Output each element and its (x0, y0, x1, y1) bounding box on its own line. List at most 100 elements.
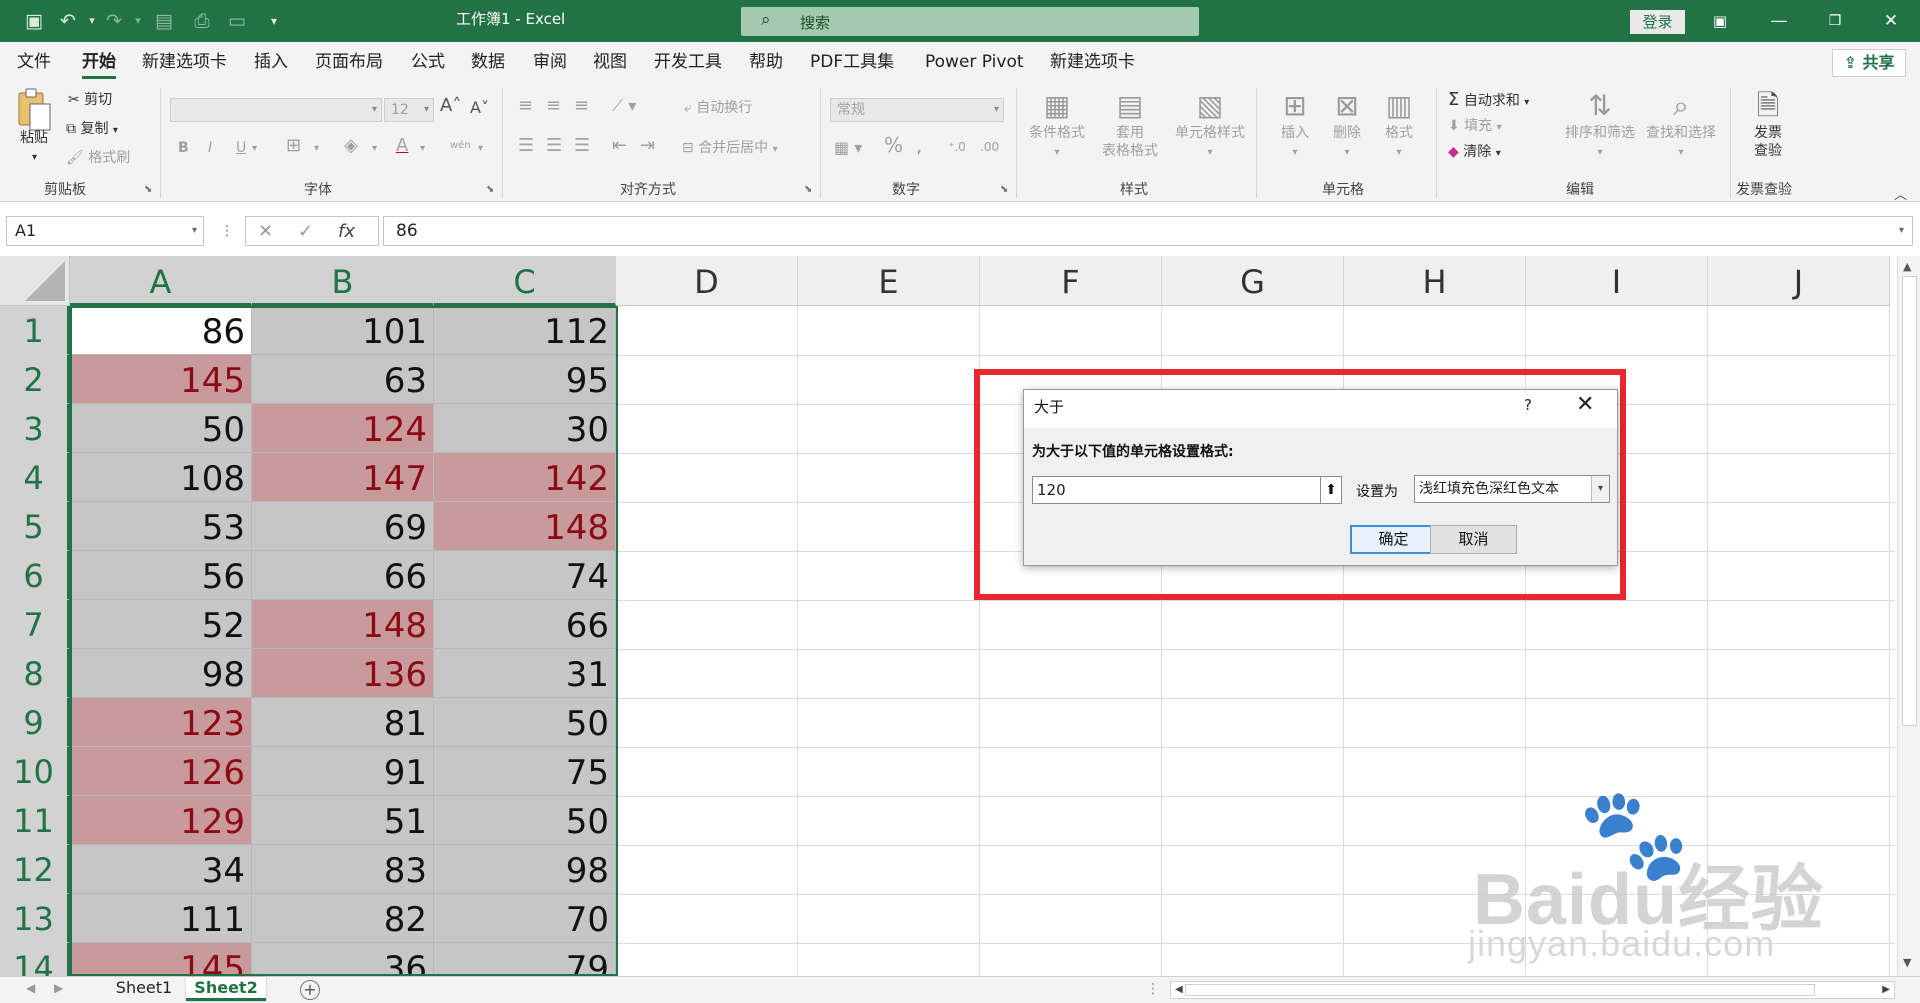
decrease-font-icon[interactable]: A˅ (470, 98, 489, 118)
collapse-dialog-icon[interactable]: ⬆ (1320, 476, 1342, 504)
format-painter-button[interactable]: 🖌 格式刷 (66, 148, 130, 168)
row-header-10[interactable]: 10 (0, 747, 70, 796)
paste-label[interactable]: 粘贴 (20, 128, 48, 148)
cell-c4[interactable]: 142 (434, 453, 616, 502)
cell-a12[interactable]: 34 (70, 845, 252, 894)
font-size-select[interactable]: 12 ▾ (384, 98, 434, 122)
vertical-scroll-thumb[interactable] (1902, 276, 1917, 726)
row-header-7[interactable]: 7 (0, 600, 70, 649)
column-header-j[interactable]: J (1708, 256, 1890, 306)
copy-button[interactable]: ⧉ 复制 ▾ (66, 119, 118, 141)
help-icon[interactable]: ? (1524, 396, 1532, 414)
cell-b1[interactable]: 101 (252, 306, 434, 355)
fill-color-icon[interactable]: ◈ (344, 136, 358, 156)
column-header-h[interactable]: H (1344, 256, 1526, 306)
clipboard-launcher-icon[interactable]: ⬊ (144, 184, 152, 195)
insert-function-icon[interactable]: fx (338, 217, 355, 247)
align-bottom-icon[interactable]: ≡ (574, 96, 589, 116)
tab-view[interactable]: 视图 (593, 48, 627, 76)
font-launcher-icon[interactable]: ⬊ (486, 184, 494, 195)
format-as-table-button[interactable]: ▤ 套用 表格格式 (1092, 88, 1168, 160)
ok-button[interactable]: 确定 (1350, 525, 1437, 554)
merge-center-button[interactable]: ⊟ 合并后居中 ▾ (682, 138, 778, 160)
cell-b10[interactable]: 91 (252, 747, 434, 796)
cell-b7[interactable]: 148 (252, 600, 434, 649)
cell-c5[interactable]: 148 (434, 502, 616, 551)
border-dropdown-icon[interactable]: ▾ (314, 139, 319, 159)
fill-button[interactable]: ⬇ 填充 ▾ (1448, 116, 1502, 138)
row-header-13[interactable]: 13 (0, 894, 70, 943)
row-header-5[interactable]: 5 (0, 502, 70, 551)
clear-button[interactable]: ◆ 清除 ▾ (1448, 142, 1501, 164)
cell-b5[interactable]: 69 (252, 502, 434, 551)
tab-data[interactable]: 数据 (471, 48, 505, 76)
column-header-a[interactable]: A (70, 256, 252, 306)
align-middle-icon[interactable]: ≡ (546, 96, 561, 116)
cancel-icon[interactable]: ✕ (258, 217, 273, 247)
increase-font-icon[interactable]: A˄ (440, 96, 461, 116)
cell-c2[interactable]: 95 (434, 355, 616, 404)
cell-c9[interactable]: 50 (434, 698, 616, 747)
font-color-dropdown-icon[interactable]: ▾ (420, 139, 425, 159)
formula-input[interactable]: 86 ▾ (383, 216, 1913, 246)
cell-c6[interactable]: 74 (434, 551, 616, 600)
border-icon[interactable]: ⊞ (286, 136, 301, 156)
sheet-tab-sheet1[interactable]: Sheet1 (104, 977, 184, 1001)
invoice-check-button[interactable]: 🗎 发票 查验 (1740, 88, 1796, 160)
orientation-icon[interactable]: ⟋ ▾ (612, 96, 636, 116)
cell-b6[interactable]: 66 (252, 551, 434, 600)
row-header-1[interactable]: 1 (0, 306, 70, 355)
row-header-2[interactable]: 2 (0, 355, 70, 404)
cell-a10[interactable]: 126 (70, 747, 252, 796)
insert-cells-button[interactable]: ⊞ 插入 ▾ (1268, 88, 1322, 162)
percent-button[interactable]: % (884, 135, 903, 155)
autosum-button[interactable]: Σ 自动求和 ▾ (1448, 90, 1529, 113)
align-left-icon[interactable]: ☰ (518, 136, 534, 156)
bold-button[interactable]: B (178, 138, 189, 158)
tab-new-tab-2[interactable]: 新建选项卡 (1050, 48, 1135, 76)
cell-c10[interactable]: 75 (434, 747, 616, 796)
select-all-corner[interactable] (0, 256, 70, 306)
horizontal-scroll-thumb[interactable] (1185, 984, 1815, 996)
cell-b13[interactable]: 82 (252, 894, 434, 943)
column-header-e[interactable]: E (798, 256, 980, 306)
row-header-4[interactable]: 4 (0, 453, 70, 502)
tab-developer[interactable]: 开发工具 (654, 48, 722, 76)
cell-a5[interactable]: 53 (70, 502, 252, 551)
row-header-3[interactable]: 3 (0, 404, 70, 453)
print-preview-icon[interactable]: ▭ (225, 10, 249, 32)
cell-b3[interactable]: 124 (252, 404, 434, 453)
wrap-text-button[interactable]: ⤶ 自动换行 (684, 98, 752, 118)
minimize-icon[interactable]: — (1756, 6, 1802, 36)
column-header-b[interactable]: B (252, 256, 434, 306)
increase-decimal-icon[interactable]: ⁺.0 (948, 137, 966, 157)
close-icon[interactable]: ✕ (1576, 392, 1594, 417)
undo-icon[interactable]: ↶ (56, 10, 80, 32)
add-sheet-icon[interactable]: + (300, 980, 320, 1000)
next-sheet-icon[interactable]: ▶ (54, 981, 63, 995)
split-handle-icon[interactable]: ⋮ (1146, 981, 1160, 997)
column-header-d[interactable]: D (616, 256, 798, 306)
decrease-decimal-icon[interactable]: .00 (980, 137, 999, 157)
cell-b12[interactable]: 83 (252, 845, 434, 894)
cell-c8[interactable]: 31 (434, 649, 616, 698)
close-window-icon[interactable]: ✕ (1868, 6, 1914, 36)
login-button[interactable]: 登录 (1630, 10, 1685, 34)
vertical-scrollbar[interactable]: ▲ ▼ (1897, 256, 1920, 976)
column-header-i[interactable]: I (1526, 256, 1708, 306)
restore-icon[interactable]: ❐ (1812, 6, 1858, 36)
font-family-select[interactable]: ▾ (170, 98, 382, 122)
sheet-tab-sheet2[interactable]: Sheet2 (186, 977, 266, 1001)
cell-a11[interactable]: 129 (70, 796, 252, 845)
tab-file[interactable]: 文件 (17, 48, 51, 76)
cell-b2[interactable]: 63 (252, 355, 434, 404)
cell-a8[interactable]: 98 (70, 649, 252, 698)
collapse-ribbon-icon[interactable]: ︿ (1894, 184, 1907, 203)
column-header-g[interactable]: G (1162, 256, 1344, 306)
cell-b4[interactable]: 147 (252, 453, 434, 502)
tab-new-tab-1[interactable]: 新建选项卡 (142, 48, 227, 76)
italic-button[interactable]: I (208, 138, 212, 158)
row-header-8[interactable]: 8 (0, 649, 70, 698)
align-top-icon[interactable]: ≡ (518, 96, 533, 116)
underline-button[interactable]: U (236, 138, 246, 158)
